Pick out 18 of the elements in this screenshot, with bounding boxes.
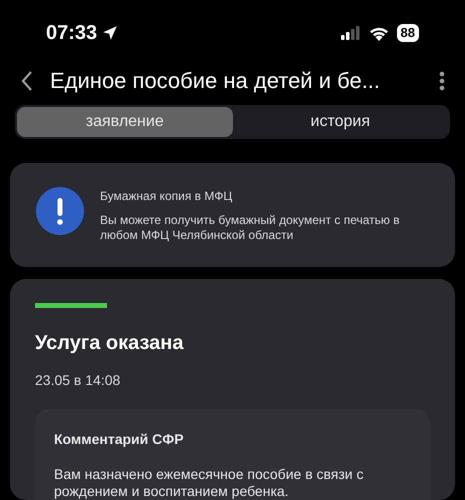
more-icon[interactable] — [439, 70, 445, 91]
location-arrow-icon — [101, 24, 120, 42]
tab[interactable]: история — [232, 106, 448, 137]
signal-icon — [340, 26, 361, 40]
notice-text: Вы можете получить бумажный документ с печатью в любом МФЦ Челябинской области — [100, 213, 401, 243]
battery-indicator: 88 — [396, 24, 419, 42]
page-title: Единое пособие на детей и бе... — [50, 67, 382, 96]
back-icon[interactable] — [20, 70, 34, 92]
status-date: 23.05 в 14:08 — [35, 371, 122, 390]
comment-text: Вам назначено ежемесячное пособие в связи с рождением и воспитанием ребенка. — [54, 466, 365, 500]
wifi-icon — [368, 26, 389, 41]
comment-title: Комментарий СФР — [54, 430, 185, 449]
notice-title: Бумажная копия в МФЦ — [100, 188, 234, 205]
status-stripe — [35, 303, 107, 308]
exclamation-icon — [36, 187, 84, 235]
tab[interactable]: заявление — [17, 106, 232, 137]
status-time: 07:33 — [46, 21, 98, 46]
status-title: Услуга оказана — [35, 331, 185, 356]
